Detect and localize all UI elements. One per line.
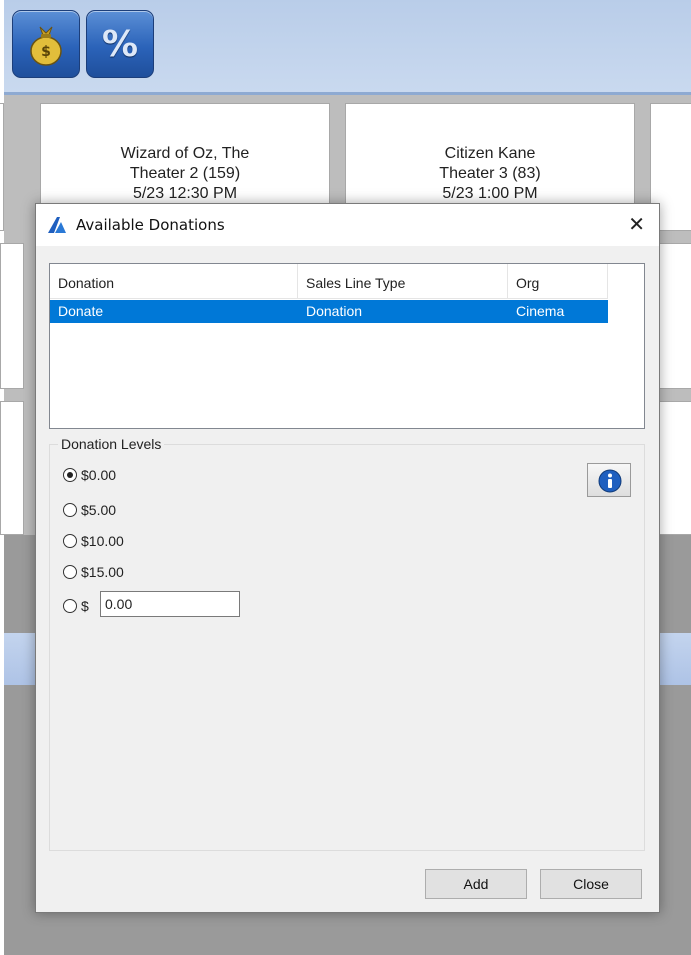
donation-levels-label: Donation Levels (58, 436, 165, 452)
info-icon (598, 469, 622, 493)
level-option-10[interactable]: $10.00 (63, 531, 124, 551)
percent-icon: % (87, 11, 153, 77)
column-header-sales-line-type[interactable]: Sales Line Type (298, 264, 508, 298)
cell-sales-line-type: Donation (306, 303, 363, 319)
level-label: $10.00 (81, 533, 124, 549)
toolbar: $ % (4, 0, 691, 95)
showing-theater: Theater 3 (83) (439, 165, 541, 182)
showing-tile-partial[interactable] (0, 243, 24, 389)
level-label: $15.00 (81, 564, 124, 580)
level-option-0[interactable]: $0.00 (63, 465, 116, 485)
donations-list[interactable]: Donation Sales Line Type Org Donate Dona… (49, 263, 645, 429)
donation-levels-group (49, 444, 645, 851)
level-option-custom[interactable]: $ (63, 596, 89, 616)
showing-title: Wizard of Oz, The (120, 145, 250, 162)
column-header-org[interactable]: Org (508, 264, 608, 298)
donation-toolbar-button[interactable]: $ (12, 10, 80, 78)
showing-title: Citizen Kane (444, 145, 536, 162)
radio-button[interactable] (63, 599, 77, 613)
column-header-donation[interactable]: Donation (50, 264, 298, 298)
list-item[interactable]: Donate Donation Cinema (50, 300, 608, 323)
info-button[interactable] (587, 463, 631, 497)
level-label: $0.00 (81, 467, 117, 483)
radio-button[interactable] (63, 534, 77, 548)
percent-glyph: % (101, 23, 139, 65)
close-button[interactable]: Close (540, 869, 642, 899)
showing-tile-partial[interactable] (0, 401, 24, 535)
app-logo-icon (48, 217, 66, 233)
radio-button[interactable] (63, 565, 77, 579)
cell-org: Cinema (516, 303, 565, 319)
svg-text:$: $ (41, 44, 51, 60)
showing-time: 5/23 1:00 PM (442, 185, 538, 202)
custom-amount-prefix: $ (81, 598, 89, 614)
radio-button[interactable] (63, 468, 77, 482)
available-donations-dialog: Available Donations ✕ Donation Sales Lin… (35, 203, 660, 913)
showing-theater: Theater 2 (159) (129, 165, 241, 182)
money-bag-icon: $ (13, 11, 79, 77)
level-label: $5.00 (81, 502, 117, 518)
radio-button[interactable] (63, 503, 77, 517)
level-option-5[interactable]: $5.00 (63, 500, 116, 520)
add-button[interactable]: Add (425, 869, 527, 899)
dialog-title: Available Donations (76, 216, 225, 234)
showing-tile-partial[interactable] (0, 103, 4, 231)
list-header: Donation Sales Line Type Org (50, 264, 608, 299)
dialog-titlebar: Available Donations ✕ (36, 204, 659, 246)
close-icon[interactable]: ✕ (628, 212, 645, 236)
custom-amount-input[interactable] (100, 591, 240, 617)
cell-donation: Donate (58, 303, 104, 319)
showing-time: 5/23 12:30 PM (132, 185, 238, 202)
discount-toolbar-button[interactable]: % (86, 10, 154, 78)
level-option-15[interactable]: $15.00 (63, 562, 124, 582)
